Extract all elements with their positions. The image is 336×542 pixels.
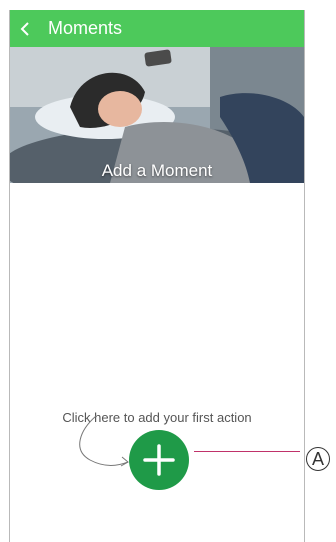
plus-icon xyxy=(143,444,175,476)
phone-screen: Moments Add a Moment Click here to add y… xyxy=(9,10,305,542)
callout-marker: A xyxy=(306,447,330,471)
callout-line xyxy=(194,451,300,452)
add-action-button[interactable] xyxy=(129,430,189,490)
